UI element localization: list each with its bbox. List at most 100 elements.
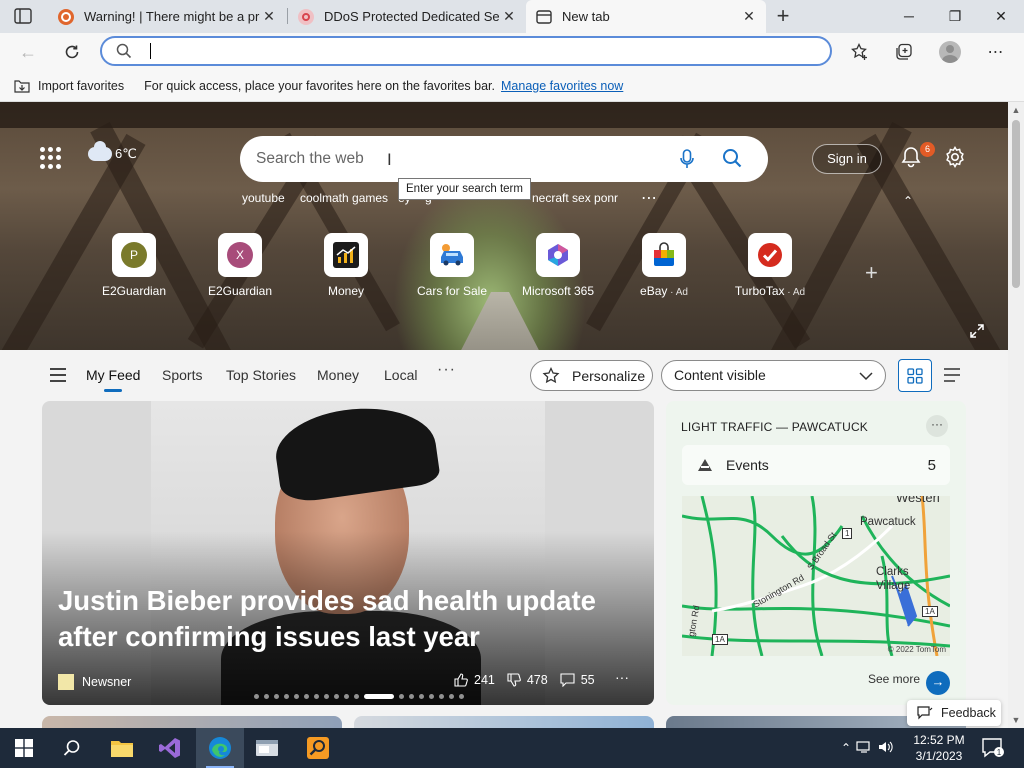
traffic-events-row[interactable]: Events 5 xyxy=(682,445,950,485)
carousel-dot[interactable] xyxy=(354,694,359,699)
carousel-dot[interactable] xyxy=(459,694,464,699)
expand-icon[interactable] xyxy=(970,324,984,342)
comments-button[interactable]: 55 xyxy=(560,673,595,687)
scrollbar-thumb[interactable] xyxy=(1012,120,1020,288)
taskbar-edge[interactable] xyxy=(196,728,244,768)
search-icon[interactable] xyxy=(722,148,742,171)
close-window-button[interactable]: ✕ xyxy=(978,0,1024,33)
content-visibility-select[interactable]: Content visible xyxy=(661,360,886,391)
story-source[interactable]: Newsner xyxy=(58,674,131,690)
weather-widget[interactable]: 6℃ xyxy=(88,141,137,162)
web-search-box[interactable]: Search the web I xyxy=(240,136,768,182)
dislike-button[interactable]: 478 xyxy=(507,673,548,687)
gear-icon[interactable] xyxy=(944,146,966,171)
carousel-dot[interactable] xyxy=(284,694,289,699)
quick-link-turbotax[interactable]: TurboTax · Ad xyxy=(720,233,820,298)
chevron-up-icon[interactable]: ⌃ xyxy=(836,741,856,755)
taskbar-visual-studio[interactable] xyxy=(146,728,194,768)
like-button[interactable]: 241 xyxy=(454,673,495,687)
volume-icon[interactable] xyxy=(878,740,900,757)
traffic-map[interactable]: Westerl Pawcatuck Clarks Village Stoning… xyxy=(682,496,950,656)
page-scrollbar[interactable]: ▲ ▼ xyxy=(1008,102,1024,728)
address-bar[interactable] xyxy=(100,36,832,66)
tab-sports[interactable]: Sports xyxy=(162,367,202,383)
scroll-down-icon[interactable]: ▼ xyxy=(1008,712,1024,728)
collections-button[interactable] xyxy=(884,33,924,71)
hamburger-menu-icon[interactable] xyxy=(50,368,66,386)
more-tabs-button[interactable]: ··· xyxy=(437,361,456,379)
profile-button[interactable] xyxy=(930,33,970,71)
taskbar-file-explorer[interactable] xyxy=(98,728,146,768)
import-favorites-button[interactable]: Import favorites xyxy=(14,79,124,93)
quick-link-money[interactable]: Money xyxy=(296,233,396,298)
notification-center-icon[interactable]: 1 xyxy=(982,738,1004,761)
tab-new-tab[interactable]: New tab ✕ xyxy=(526,0,766,33)
carousel-dot[interactable] xyxy=(314,694,319,699)
bell-icon[interactable] xyxy=(900,146,922,171)
tab-warning[interactable]: Warning! | There might be a problem with… xyxy=(48,0,286,33)
network-icon[interactable] xyxy=(856,740,878,757)
carousel-dot-active[interactable] xyxy=(364,694,394,699)
carousel-dot[interactable] xyxy=(399,694,404,699)
address-input[interactable] xyxy=(146,41,796,61)
arrow-right-icon[interactable]: → xyxy=(926,671,950,695)
trending-search-item[interactable]: youtube xyxy=(242,191,285,205)
close-tab-icon[interactable]: ✕ xyxy=(260,8,278,25)
tab-ddos[interactable]: DDoS Protected Dedicated Servers ✕ xyxy=(288,0,526,33)
carousel-dot[interactable] xyxy=(344,694,349,699)
scroll-up-icon[interactable]: ▲ xyxy=(1008,102,1024,118)
manage-favorites-link[interactable]: Manage favorites now xyxy=(501,79,623,93)
carousel-dot[interactable] xyxy=(439,694,444,699)
quick-link-cars-for-sale[interactable]: Cars for Sale xyxy=(402,233,502,298)
restore-button[interactable]: ❐ xyxy=(932,0,978,33)
carousel-dot[interactable] xyxy=(334,694,339,699)
taskbar-search-tool[interactable] xyxy=(294,728,342,768)
feedback-button[interactable]: Feedback xyxy=(907,700,1001,726)
tab-top-stories[interactable]: Top Stories xyxy=(226,367,296,383)
more-trending-button[interactable]: ⋯ xyxy=(641,188,658,208)
top-story-card[interactable]: Justin Bieber provides sad health update… xyxy=(42,401,654,705)
chevron-up-icon[interactable]: ⌃ xyxy=(903,194,913,208)
story-more-button[interactable]: ··· xyxy=(615,669,629,685)
carousel-dot[interactable] xyxy=(294,694,299,699)
carousel-dot[interactable] xyxy=(409,694,414,699)
personalize-button[interactable]: Personalize xyxy=(530,360,653,391)
tab-local[interactable]: Local xyxy=(384,367,417,383)
carousel-dot[interactable] xyxy=(254,694,259,699)
carousel-dot[interactable] xyxy=(304,694,309,699)
carousel-dot[interactable] xyxy=(419,694,424,699)
trending-search-item[interactable]: coolmath games xyxy=(300,191,388,205)
traffic-more-button[interactable]: ··· xyxy=(926,415,948,437)
taskbar-search-button[interactable] xyxy=(48,728,96,768)
carousel-dot[interactable] xyxy=(264,694,269,699)
start-button[interactable] xyxy=(0,728,48,768)
close-tab-icon[interactable]: ✕ xyxy=(740,8,758,25)
see-more-link[interactable]: See more xyxy=(868,672,920,686)
minimize-button[interactable]: ─ xyxy=(886,0,932,33)
carousel-dot[interactable] xyxy=(274,694,279,699)
carousel-dots[interactable] xyxy=(254,694,469,699)
tab-actions-icon[interactable] xyxy=(14,8,32,24)
list-view-button[interactable] xyxy=(943,367,961,386)
app-launcher-icon[interactable] xyxy=(40,147,62,169)
trending-search-item[interactable]: necraft sex ponr xyxy=(532,191,618,205)
quick-link-e2guardian-p[interactable]: P E2Guardian xyxy=(84,233,184,298)
add-quick-link-icon[interactable]: + xyxy=(865,260,878,286)
quick-link-microsoft-365[interactable]: Microsoft 365 xyxy=(508,233,608,298)
microphone-icon[interactable] xyxy=(680,149,694,172)
carousel-dot[interactable] xyxy=(449,694,454,699)
close-tab-icon[interactable]: ✕ xyxy=(500,8,518,25)
taskbar-app-window[interactable] xyxy=(244,728,292,768)
quick-link-e2guardian-x[interactable]: X E2Guardian xyxy=(190,233,290,298)
tab-money[interactable]: Money xyxy=(317,367,359,383)
settings-and-more-button[interactable]: ⋯ xyxy=(976,33,1016,71)
carousel-dot[interactable] xyxy=(324,694,329,699)
tab-my-feed[interactable]: My Feed xyxy=(86,367,140,392)
add-favorite-button[interactable] xyxy=(840,33,880,71)
sign-in-button[interactable]: Sign in xyxy=(812,144,882,174)
traffic-card[interactable]: LIGHT TRAFFIC — PAWCATUCK ··· Events 5 W… xyxy=(666,401,966,705)
refresh-button[interactable] xyxy=(56,33,88,71)
carousel-dot[interactable] xyxy=(429,694,434,699)
back-button[interactable]: ← xyxy=(12,33,44,71)
new-tab-button[interactable]: + xyxy=(770,2,796,30)
